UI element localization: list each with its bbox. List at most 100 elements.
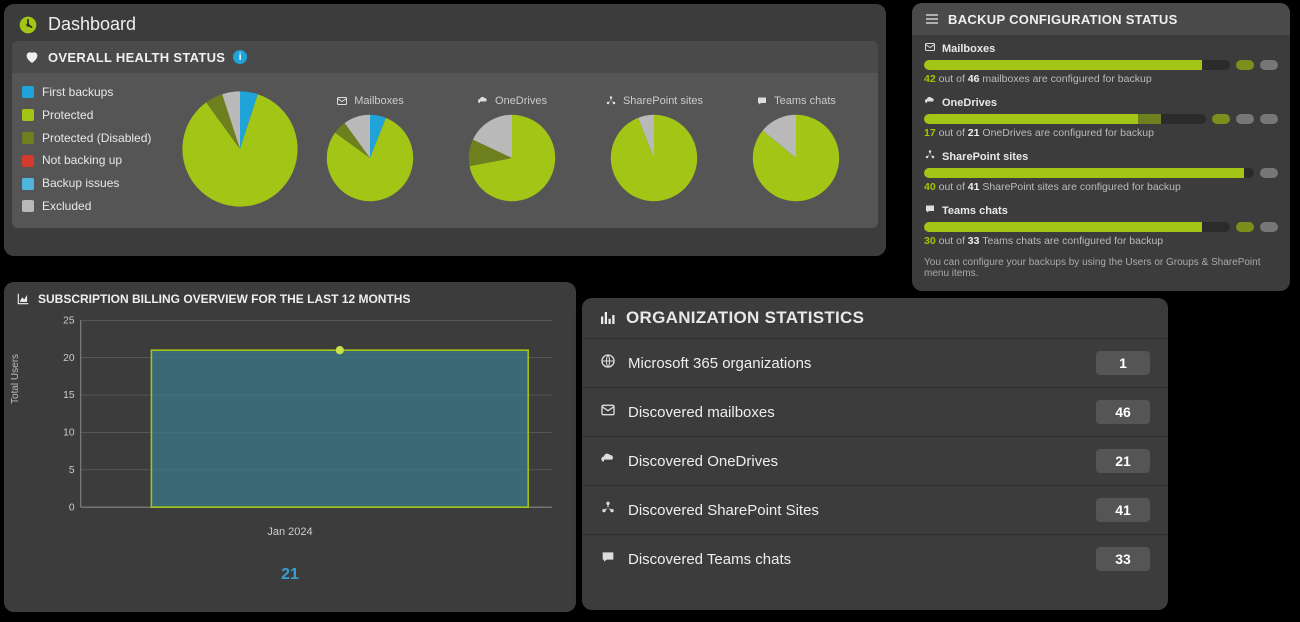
legend-item-excluded: Excluded xyxy=(22,195,180,218)
billing-header: SUBSCRIPTION BILLING OVERVIEW FOR THE LA… xyxy=(4,282,576,308)
org-stat-row[interactable]: Discovered mailboxes46 xyxy=(582,387,1168,436)
billing-chart-svg: 0 5 10 15 20 25 xyxy=(50,314,562,524)
backup-item-note: 30 out of 33 Teams chats are configured … xyxy=(924,235,1278,247)
legend-swatch xyxy=(22,200,34,212)
teams-icon xyxy=(924,203,936,218)
svg-text:15: 15 xyxy=(63,390,75,401)
legend-swatch xyxy=(22,178,34,190)
svg-text:5: 5 xyxy=(69,465,75,476)
legend-item-not_backing: Not backing up xyxy=(22,149,180,172)
legend-item-first: First backups xyxy=(22,81,180,104)
org-stat-row[interactable]: Discovered Teams chats 33 xyxy=(582,534,1168,583)
legend-item-protected: Protected xyxy=(22,104,180,127)
billing-chart: Total Users 0510152025 xyxy=(50,314,562,524)
org-stats-rows: Microsoft 365 organizations 1 Discovered m… xyxy=(582,338,1168,583)
overall-health-body: First backupsProtectedProtected (Disable… xyxy=(12,73,878,228)
backup-progress-bar xyxy=(924,60,1230,70)
overall-health-header: OVERALL HEALTH STATUS i xyxy=(12,41,878,73)
legend-label: Protected (Disabled) xyxy=(42,127,151,150)
svg-text:0: 0 xyxy=(69,502,75,513)
billing-highlighted-value[interactable]: 21 xyxy=(4,566,576,584)
org-stat-label: Discovered Teams chats xyxy=(600,549,791,569)
svg-text:25: 25 xyxy=(63,315,75,326)
legend-swatch xyxy=(22,109,34,121)
org-stat-row[interactable]: Microsoft 365 organizations 1 xyxy=(582,338,1168,387)
backup-config-panel: BACKUP CONFIGURATION STATUS Mailboxes 42… xyxy=(912,3,1290,291)
org-stat-value: 33 xyxy=(1096,547,1150,571)
org-stat-label: Discovered SharePoint Sites xyxy=(600,500,819,520)
health-col-sharepoint-sites: SharePoint sites xyxy=(594,95,714,203)
backup-config-header: BACKUP CONFIGURATION STATUS xyxy=(912,3,1290,35)
backup-pill xyxy=(1260,168,1278,178)
backup-bar-row xyxy=(924,60,1278,70)
backup-item-label: Teams chats xyxy=(924,203,1278,218)
org-stat-label: Microsoft 365 organizations xyxy=(600,353,811,373)
backup-item-label: Mailboxes xyxy=(924,41,1278,56)
backup-progress-bar xyxy=(924,222,1230,232)
health-col-pie xyxy=(467,113,557,203)
legend-swatch xyxy=(22,155,34,167)
backup-bar-row xyxy=(924,168,1278,178)
onedrive-icon xyxy=(924,95,936,110)
backup-bar-row xyxy=(924,222,1278,232)
legend-swatch xyxy=(22,86,34,98)
overall-health-title: OVERALL HEALTH STATUS xyxy=(48,50,225,65)
org-stat-label: Discovered OneDrives xyxy=(600,451,778,471)
org-stat-row[interactable]: Discovered SharePoint Sites 41 xyxy=(582,485,1168,534)
health-col-pie xyxy=(325,113,415,203)
backup-config-footer: You can configure your backups by using … xyxy=(912,251,1290,281)
backup-pill xyxy=(1236,60,1254,70)
onedrive-icon xyxy=(600,451,616,471)
legend-label: Excluded xyxy=(42,195,91,218)
billing-ylabel: Total Users xyxy=(10,354,21,404)
backup-pill xyxy=(1260,222,1278,232)
health-legend: First backupsProtectedProtected (Disable… xyxy=(20,81,180,218)
dashboard-icon xyxy=(18,15,38,35)
backup-item-onedrives: OneDrives 17 out of 21 OneDrives are con… xyxy=(912,89,1290,143)
backup-item-note: 40 out of 41 SharePoint sites are config… xyxy=(924,181,1278,193)
backup-item-note: 42 out of 46 mailboxes are configured fo… xyxy=(924,73,1278,85)
billing-panel: SUBSCRIPTION BILLING OVERVIEW FOR THE LA… xyxy=(4,282,576,612)
info-icon[interactable]: i xyxy=(233,50,247,64)
org-stat-value: 1 xyxy=(1096,351,1150,375)
org-stat-label: Discovered mailboxes xyxy=(600,402,775,422)
health-col-pie xyxy=(751,113,841,203)
health-col-teams-chats: Teams chats xyxy=(736,95,856,203)
backup-pill xyxy=(1212,114,1230,124)
bar-chart-icon xyxy=(598,309,616,327)
legend-label: First backups xyxy=(42,81,113,104)
dashboard-panel: Dashboard OVERALL HEALTH STATUS i First … xyxy=(4,4,886,256)
backup-config-title: BACKUP CONFIGURATION STATUS xyxy=(948,12,1178,27)
dashboard-title-bar: Dashboard xyxy=(4,4,886,41)
list-icon xyxy=(924,11,940,27)
svg-text:10: 10 xyxy=(63,427,75,438)
health-col-onedrives: OneDrives xyxy=(452,95,572,203)
overall-health-section: OVERALL HEALTH STATUS i First backupsPro… xyxy=(12,41,878,228)
billing-title: SUBSCRIPTION BILLING OVERVIEW FOR THE LA… xyxy=(38,292,410,306)
sharepoint-icon xyxy=(600,500,616,520)
backup-config-list: Mailboxes 42 out of 46 mailboxes are con… xyxy=(912,35,1290,251)
org-stats-title: ORGANIZATION STATISTICS xyxy=(626,308,864,328)
teams-icon xyxy=(600,549,616,569)
health-col-title: SharePoint sites xyxy=(605,95,703,107)
backup-item-note: 17 out of 21 OneDrives are configured fo… xyxy=(924,127,1278,139)
backup-pill xyxy=(1236,114,1254,124)
legend-label: Not backing up xyxy=(42,149,122,172)
org-stat-row[interactable]: Discovered OneDrives21 xyxy=(582,436,1168,485)
backup-pill xyxy=(1260,60,1278,70)
backup-progress-bar xyxy=(924,114,1206,124)
svg-text:20: 20 xyxy=(63,353,75,364)
dashboard-title: Dashboard xyxy=(48,14,136,35)
billing-xlabel: Jan 2024 xyxy=(4,526,576,538)
health-columns: Mailboxes OneDrives SharePoint sites Teams … xyxy=(300,95,870,203)
mailbox-icon xyxy=(600,402,616,422)
health-col-title: Mailboxes xyxy=(336,95,404,107)
legend-item-issues: Backup issues xyxy=(22,172,180,195)
backup-item-mailboxes: Mailboxes 42 out of 46 mailboxes are con… xyxy=(912,35,1290,89)
org-stats-panel: ORGANIZATION STATISTICS Microsoft 365 or… xyxy=(582,298,1168,610)
org-stat-value: 41 xyxy=(1096,498,1150,522)
overall-health-pie xyxy=(180,89,300,209)
org-stats-header: ORGANIZATION STATISTICS xyxy=(582,298,1168,338)
backup-bar-row xyxy=(924,114,1278,124)
legend-label: Backup issues xyxy=(42,172,119,195)
